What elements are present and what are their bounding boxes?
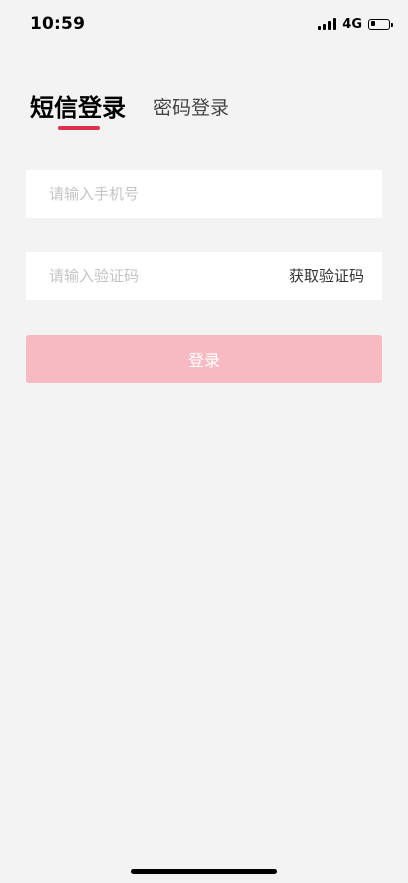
status-bar: 10:59 4G: [0, 0, 408, 48]
verification-code-input[interactable]: [26, 252, 266, 300]
home-indicator: [131, 869, 277, 874]
status-icons: 4G: [318, 16, 393, 32]
get-code-button[interactable]: 获取验证码: [289, 252, 364, 300]
phone-input[interactable]: [26, 170, 382, 218]
active-tab-indicator: [58, 126, 100, 130]
network-label: 4G: [342, 16, 362, 32]
code-field-container: 获取验证码: [26, 252, 382, 300]
battery-icon: [368, 18, 393, 30]
tab-sms-login[interactable]: 短信登录: [30, 90, 126, 130]
tab-password-login-label: 密码登录: [153, 97, 230, 119]
battery-level: [370, 21, 375, 26]
login-button[interactable]: 登录: [26, 335, 382, 383]
tab-sms-login-label: 短信登录: [30, 94, 126, 122]
signal-icon: [318, 18, 337, 30]
status-time: 10:59: [30, 14, 86, 34]
tab-password-login[interactable]: 密码登录: [153, 90, 229, 126]
phone-field-container: [26, 170, 382, 218]
login-tabs: 短信登录 密码登录: [30, 90, 229, 130]
